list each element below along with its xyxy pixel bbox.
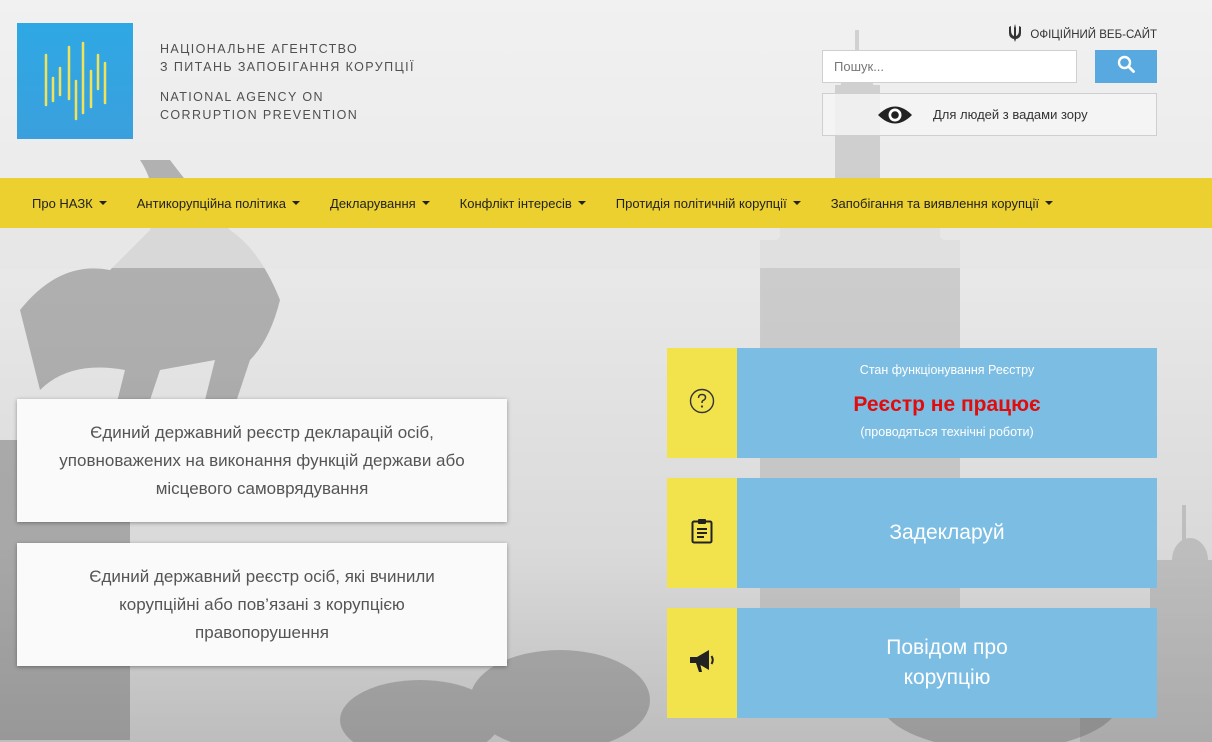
report-label-line1: Повідом про xyxy=(886,636,1008,659)
caret-down-icon xyxy=(1045,201,1053,205)
nav-item-anticorruption-policy[interactable]: Антикорупційна політика xyxy=(136,195,301,211)
caret-down-icon xyxy=(98,201,107,205)
nav-item-conflict-of-interest[interactable]: Конфлікт інтересів xyxy=(460,196,586,211)
declare-tile-body: Задекларуй xyxy=(737,478,1157,588)
agency-logo[interactable] xyxy=(17,23,133,139)
registry-card-title: Єдиний державний реєстр декларацій осіб,… xyxy=(59,422,465,498)
report-label-line2: корупцію xyxy=(903,666,991,689)
trident-icon xyxy=(1008,24,1022,45)
registry-status-value: Реєстр не працює xyxy=(853,393,1041,416)
caret-down-icon xyxy=(577,201,586,205)
nav-item-label: Антикорупційна політика xyxy=(136,195,287,211)
caret-down-icon xyxy=(421,201,430,205)
nav-item-political-corruption[interactable]: Протидія політичній корупції xyxy=(616,196,801,211)
declare-tile[interactable]: Задекларуй xyxy=(667,478,1157,588)
nav-subband xyxy=(0,228,1212,268)
nav-item-declaration[interactable]: Декларування xyxy=(330,196,430,211)
caret-down-icon xyxy=(792,201,801,205)
declare-label: Задекларуй xyxy=(889,521,1005,544)
tile-icon-box xyxy=(667,608,737,718)
registry-status-tile[interactable]: Стан функціонування Реєстру Реєстр не пр… xyxy=(667,348,1157,458)
nav-item-label: Декларування xyxy=(330,195,416,211)
agency-name-en-line1: NATIONAL AGENCY ON xyxy=(160,90,324,104)
agency-name-ua-line1: НАЦІОНАЛЬНЕ АГЕНТСТВО xyxy=(160,42,359,56)
official-site-text: ОФІЦІЙНИЙ ВЕБ-САЙТ xyxy=(1030,28,1157,41)
main-nav: Про НАЗК Антикорупційна політика Деклару… xyxy=(0,178,1212,228)
nav-item-about[interactable]: Про НАЗК xyxy=(32,196,107,211)
nav-item-label: Конфлікт інтересів xyxy=(459,195,572,211)
registry-status-body: Стан функціонування Реєстру Реєстр не пр… xyxy=(737,348,1157,458)
tile-icon-box xyxy=(667,348,737,458)
search-button[interactable] xyxy=(1095,50,1157,83)
registry-card-title: Єдиний державний реєстр осіб, які вчинил… xyxy=(89,566,435,642)
nav-item-prevention-detection[interactable]: Запобігання та виявлення корупції xyxy=(831,196,1053,211)
search-input[interactable] xyxy=(822,50,1077,83)
low-vision-label: Для людей з вадами зору xyxy=(933,107,1088,122)
agency-name-en-line2: CORRUPTION PREVENTION xyxy=(160,108,359,122)
registry-card-corruption-offenders[interactable]: Єдиний державний реєстр осіб, які вчинил… xyxy=(17,543,507,666)
registry-card-declarations[interactable]: Єдиний державний реєстр декларацій осіб,… xyxy=(17,399,507,522)
search-bar xyxy=(822,50,1157,83)
caret-down-icon xyxy=(292,201,301,205)
registry-status-caption: Стан функціонування Реєстру xyxy=(859,363,1035,377)
official-site-label: ОФІЦІЙНИЙ ВЕБ-САЙТ xyxy=(1008,24,1157,45)
eye-icon xyxy=(877,104,913,126)
agency-name-ua-line2: З ПИТАНЬ ЗАПОБІГАННЯ КОРУПЦІЇ xyxy=(160,60,415,74)
nav-item-label: Запобігання та виявлення корупції xyxy=(830,195,1039,211)
registry-status-note: (проводяться технічні роботи) xyxy=(860,425,1034,439)
megaphone-icon xyxy=(688,648,716,679)
search-icon xyxy=(1117,55,1135,78)
tile-icon-box xyxy=(667,478,737,588)
low-vision-button[interactable]: Для людей з вадами зору xyxy=(822,93,1157,136)
nav-item-label: Протидія політичній корупції xyxy=(615,195,787,211)
report-corruption-body: Повідом про корупцію xyxy=(737,608,1157,718)
question-circle-icon xyxy=(689,388,715,419)
nav-item-label: Про НАЗК xyxy=(32,195,93,211)
clipboard-icon xyxy=(691,518,713,549)
agency-name: НАЦІОНАЛЬНЕ АГЕНТСТВО З ПИТАНЬ ЗАПОБІГАН… xyxy=(160,40,415,124)
report-corruption-tile[interactable]: Повідом про корупцію xyxy=(667,608,1157,718)
